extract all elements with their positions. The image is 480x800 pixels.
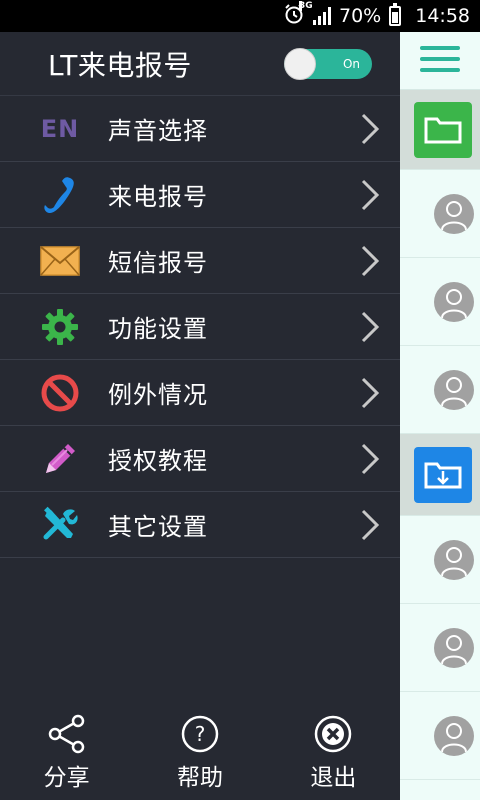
tools-icon	[0, 492, 108, 558]
drawer-menu: EN 声音选择 来电报号 短信报号 功能设置 例外情况 授权教程 其它设置	[0, 96, 400, 558]
menu-item-call-announce[interactable]: 来电报号	[0, 162, 400, 228]
exit-label: 退出	[310, 765, 357, 791]
help-label: 帮助	[176, 765, 223, 791]
menu-item-label: 来电报号	[108, 183, 208, 211]
status-bar: 3G 70% 14:58	[0, 0, 480, 32]
folder-icon	[414, 101, 472, 158]
drawer-header: LT来电报号 On	[0, 32, 400, 96]
avatar-icon	[434, 539, 474, 580]
app-title: LT来电报号	[48, 48, 192, 82]
list-item[interactable]	[400, 346, 480, 434]
menu-item-label: 短信报号	[108, 249, 208, 277]
service-toggle[interactable]: On	[284, 47, 372, 80]
menu-item-function-settings[interactable]: 功能设置	[0, 294, 400, 360]
en-text-icon: EN	[40, 114, 80, 143]
prohibited-icon	[0, 360, 108, 426]
navigation-drawer: LT来电报号 On EN 声音选择 来电报号 短信报号 功能设置 例外情况 授权…	[0, 32, 400, 800]
chevron-right-icon	[340, 508, 400, 542]
menu-item-label: 例外情况	[108, 381, 208, 409]
help-icon: ?	[180, 714, 220, 758]
avatar-icon	[434, 281, 474, 322]
main-content-peek	[400, 32, 480, 800]
svg-text:?: ?	[195, 722, 206, 746]
chevron-right-icon	[340, 376, 400, 410]
signal-icon: 3G	[299, 1, 331, 25]
menu-item-label: 其它设置	[108, 513, 208, 541]
close-circle-icon	[313, 714, 353, 758]
exit-button[interactable]: 退出	[278, 714, 388, 792]
menu-item-auth-tutorial[interactable]: 授权教程	[0, 426, 400, 492]
menu-item-sms-announce[interactable]: 短信报号	[0, 228, 400, 294]
help-button[interactable]: ? 帮助	[145, 714, 255, 792]
download-folder-icon	[414, 446, 472, 503]
toggle-label: On	[342, 56, 360, 71]
pencil-icon	[0, 426, 108, 492]
chevron-right-icon	[340, 112, 400, 146]
avatar-icon	[434, 369, 474, 410]
battery-icon	[389, 3, 402, 26]
list-item[interactable]	[400, 516, 480, 604]
share-button[interactable]: 分享	[12, 714, 122, 792]
menu-item-label: 声音选择	[108, 117, 208, 145]
envelope-icon	[0, 228, 108, 294]
battery-percent: 70%	[339, 5, 382, 27]
share-label: 分享	[43, 765, 90, 791]
phone-icon	[0, 162, 108, 228]
network-type: 3G	[299, 1, 313, 11]
toggle-knob	[284, 47, 316, 80]
clock-time: 14:58	[415, 5, 470, 27]
list-item[interactable]	[400, 170, 480, 258]
share-icon	[46, 714, 88, 758]
chevron-right-icon	[340, 244, 400, 278]
chevron-right-icon	[340, 310, 400, 344]
menu-item-other-settings[interactable]: 其它设置	[0, 492, 400, 558]
drawer-bottom-bar: 分享 ? 帮助 退出	[0, 714, 400, 800]
list-item[interactable]	[400, 604, 480, 692]
menu-button[interactable]	[400, 32, 480, 90]
chevron-right-icon	[340, 442, 400, 476]
menu-item-voice-select[interactable]: EN 声音选择	[0, 96, 400, 162]
gear-icon	[0, 294, 108, 360]
list-item[interactable]	[400, 258, 480, 346]
list-item[interactable]	[400, 692, 480, 780]
menu-item-exceptions[interactable]: 例外情况	[0, 360, 400, 426]
chevron-right-icon	[340, 178, 400, 212]
avatar-icon	[434, 627, 474, 668]
hamburger-icon	[420, 45, 460, 77]
avatar-icon	[434, 715, 474, 756]
list-item[interactable]	[400, 434, 480, 516]
menu-item-label: 功能设置	[108, 315, 208, 343]
menu-item-label: 授权教程	[108, 447, 208, 475]
avatar-icon	[434, 193, 474, 234]
list-item[interactable]	[400, 90, 480, 170]
